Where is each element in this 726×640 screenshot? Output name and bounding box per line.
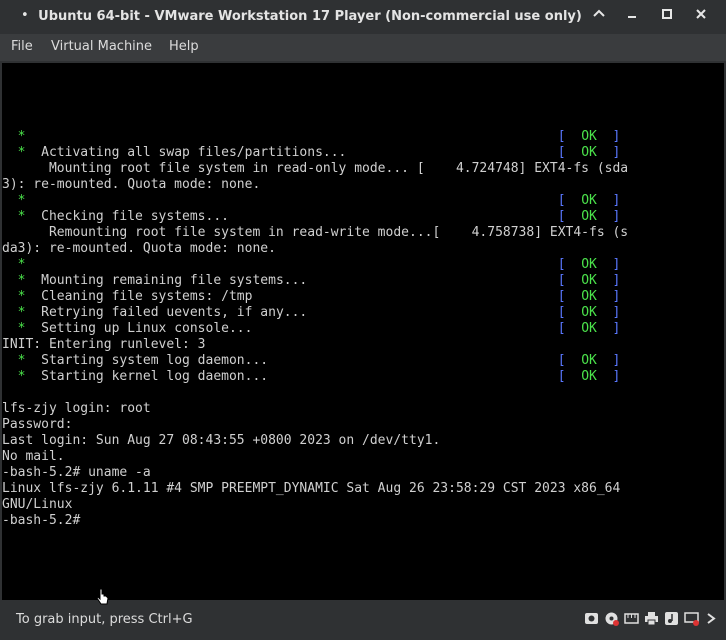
menu-virtual-machine[interactable]: Virtual Machine xyxy=(51,39,152,54)
network-adapter-icon[interactable] xyxy=(623,611,640,628)
status-star: * xyxy=(2,353,42,368)
console-line: * Setting up Linux console... [ OK ] xyxy=(2,321,621,336)
hard-disk-icon[interactable] xyxy=(583,611,600,628)
status-star: * xyxy=(2,289,42,304)
status-star: * xyxy=(2,273,42,288)
status-star: * xyxy=(2,145,42,160)
status-ok: OK xyxy=(581,289,597,304)
status-ok: OK xyxy=(581,193,597,208)
status-ok: OK xyxy=(581,257,597,272)
console-line: * Checking file systems... [ OK ] xyxy=(2,209,621,224)
status-ok: OK xyxy=(581,321,597,336)
status-message: Cleaning file systems: /tmp xyxy=(41,289,253,304)
close-button[interactable] xyxy=(690,6,712,28)
console-line: GNU/Linux xyxy=(2,497,73,512)
maximize-button[interactable] xyxy=(656,6,678,28)
console-line: lfs-zjy login: root xyxy=(2,401,151,416)
cd-dvd-icon[interactable] xyxy=(603,611,620,628)
status-message: Checking file systems... xyxy=(41,209,229,224)
grab-input-hint: To grab input, press Ctrl+G xyxy=(16,612,193,627)
console-output: * [ OK ] * Activating all swap files/par… xyxy=(2,65,628,529)
printer-icon[interactable] xyxy=(643,611,660,628)
console-line: -bash-5.2# uname -a xyxy=(2,465,151,480)
mouse-pointer-icon xyxy=(96,588,110,606)
console-line: * Mounting remaining file systems... [ O… xyxy=(2,273,621,288)
console-line: * Cleaning file systems: /tmp [ OK ] xyxy=(2,289,621,304)
status-message: Activating all swap files/partitions... xyxy=(41,145,347,160)
console-line: INIT: Entering runlevel: 3 xyxy=(2,337,206,352)
status-star: * xyxy=(2,305,42,320)
collapse-chevron-icon[interactable] xyxy=(588,6,610,28)
status-ok: OK xyxy=(581,129,597,144)
status-star: * xyxy=(2,257,42,272)
console-line: da3): re-mounted. Quota mode: none. xyxy=(2,241,276,256)
status-star: * xyxy=(2,321,42,336)
status-message: Retrying failed uevents, if any... xyxy=(41,305,308,320)
display-icon[interactable] xyxy=(683,611,700,628)
console-line: * [ OK ] xyxy=(2,193,621,208)
status-star: * xyxy=(2,129,42,144)
status-ok: OK xyxy=(581,305,597,320)
console-line: 3): re-mounted. Quota mode: none. xyxy=(2,177,261,192)
console-line: Linux lfs-zjy 6.1.11 #4 SMP PREEMPT_DYNA… xyxy=(2,481,621,496)
console-line: * Retrying failed uevents, if any... [ O… xyxy=(2,305,621,320)
device-icons xyxy=(583,611,720,629)
status-ok: OK xyxy=(581,273,597,288)
console-line: Password: xyxy=(2,417,73,432)
console-line: * Starting system log daemon... [ OK ] xyxy=(2,353,621,368)
title-bar: • Ubuntu 64-bit - VMware Workstation 17 … xyxy=(0,0,726,34)
status-message: Starting kernel log daemon... xyxy=(41,369,269,384)
menu-help[interactable]: Help xyxy=(169,39,199,54)
status-ok: OK xyxy=(581,209,597,224)
console-line: * [ OK ] xyxy=(2,129,621,144)
status-message: Starting system log daemon... xyxy=(41,353,269,368)
menu-bar: File Virtual Machine Help xyxy=(0,34,726,61)
status-ok: OK xyxy=(581,353,597,368)
vm-console[interactable]: * [ OK ] * Activating all swap files/par… xyxy=(2,63,724,600)
console-line: * [ OK ] xyxy=(2,257,621,272)
status-star: * xyxy=(2,369,42,384)
status-message: Mounting remaining file systems... xyxy=(41,273,308,288)
console-line: Last login: Sun Aug 27 08:43:55 +0800 20… xyxy=(2,433,441,448)
status-star: * xyxy=(2,209,42,224)
status-star: * xyxy=(2,193,42,208)
minimize-button[interactable] xyxy=(621,6,643,28)
more-icon[interactable] xyxy=(703,611,720,628)
console-line: * Starting kernel log daemon... [ OK ] xyxy=(2,369,621,384)
sound-card-icon[interactable] xyxy=(663,611,680,628)
console-line: Remounting root file system in read-writ… xyxy=(2,225,629,240)
status-ok: OK xyxy=(581,145,597,160)
console-line: -bash-5.2# xyxy=(2,513,81,528)
console-line: No mail. xyxy=(2,449,65,464)
window-title: Ubuntu 64-bit - VMware Workstation 17 Pl… xyxy=(38,9,582,24)
console-line: * Activating all swap files/partitions..… xyxy=(2,145,621,160)
menu-file[interactable]: File xyxy=(11,39,33,54)
status-ok: OK xyxy=(581,369,597,384)
status-message: Setting up Linux console... xyxy=(41,321,253,336)
console-line: Mounting root file system in read-only m… xyxy=(2,161,629,176)
